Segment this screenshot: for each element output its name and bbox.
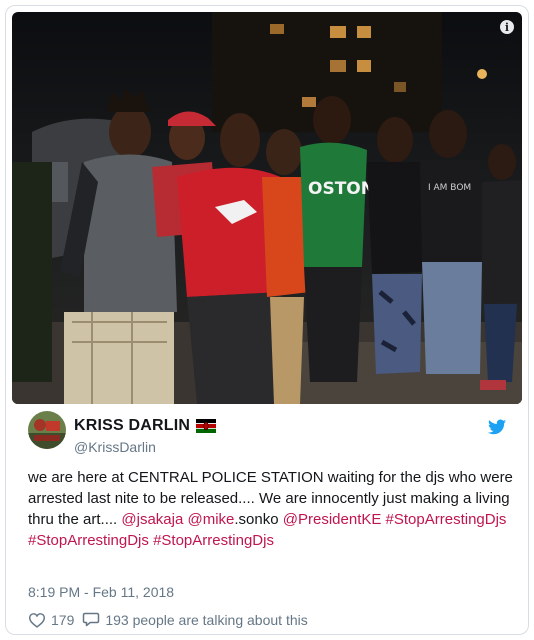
tweet-photo[interactable]: OSTON I AM BOM i <box>12 12 522 404</box>
tweet-link[interactable]: #StopArrestingDjs <box>386 511 507 528</box>
tweet-header: KRISS DARLIN @KrissDarlin <box>28 411 510 459</box>
twitter-bird-icon[interactable] <box>488 419 506 435</box>
conversation-action[interactable]: 193 people are talking about this <box>82 611 308 628</box>
jersey-text: OSTON <box>308 179 375 199</box>
conversation-text: 193 people are talking about this <box>105 611 308 628</box>
tweet-text-segment: .sonko <box>234 511 283 528</box>
author-handle[interactable]: @KrissDarlin <box>74 439 156 455</box>
like-count: 179 <box>51 611 75 628</box>
tweet-link[interactable]: @mike <box>187 511 234 528</box>
speech-bubble-icon <box>83 612 100 627</box>
tweet-actions: 179 193 people are talking about this <box>28 611 316 628</box>
author-name-row: KRISS DARLIN <box>74 417 217 435</box>
avatar[interactable] <box>28 411 66 449</box>
tweet-link[interactable]: @jsakaja <box>121 511 183 528</box>
embedded-tweet-card[interactable]: OSTON I AM BOM i KRISS DARLIN @KrissDarl… <box>5 5 529 635</box>
heart-icon <box>28 612 46 628</box>
shirt-print-text: I AM BOM <box>428 183 471 193</box>
tweet-text: we are here at CENTRAL POLICE STATION wa… <box>28 467 518 551</box>
info-icon[interactable]: i <box>500 20 514 34</box>
tweet-link[interactable]: #StopArrestingDjs <box>28 532 149 549</box>
tweet-timestamp[interactable]: 8:19 PM - Feb 11, 2018 <box>28 584 174 600</box>
author-name[interactable]: KRISS DARLIN <box>74 417 190 435</box>
kenya-flag-icon <box>196 419 217 433</box>
tweet-link[interactable]: #StopArrestingDjs <box>153 532 274 549</box>
tweet-link[interactable]: @PresidentKE <box>283 511 382 528</box>
like-action[interactable]: 179 <box>28 612 74 628</box>
